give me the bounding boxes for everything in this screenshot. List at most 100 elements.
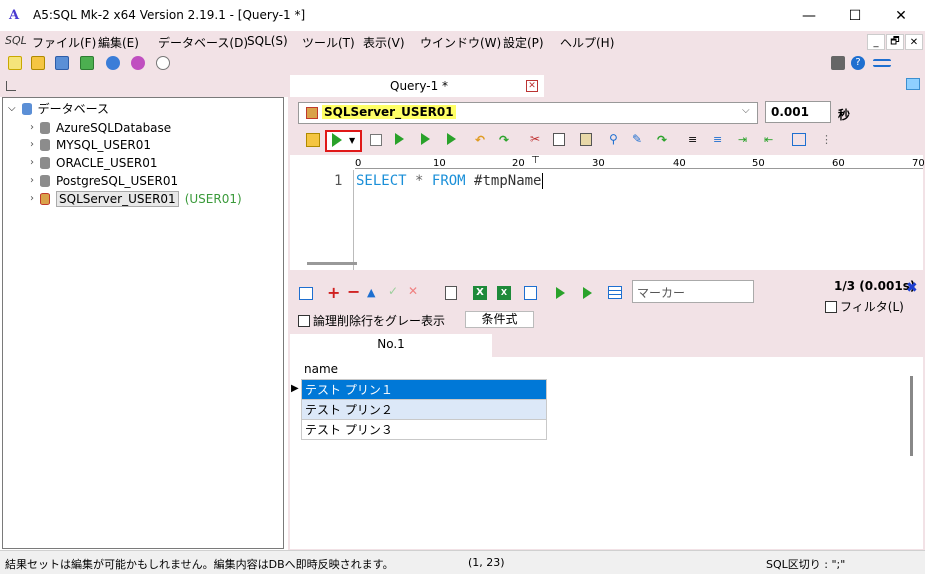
stop-query-icon[interactable] (370, 134, 382, 146)
run-result-icon[interactable] (556, 287, 565, 299)
gray-deleted-checkbox[interactable]: 論理削除行をグレー表示 (298, 312, 445, 329)
checkbox-icon[interactable] (825, 300, 837, 313)
close-button[interactable]: ✕ (878, 0, 924, 31)
menu-settings[interactable]: 設定(P) (503, 34, 544, 51)
tree-item-sqlserver[interactable]: › SQLServer_USER01 (USER01) (30, 190, 242, 207)
checkbox-icon[interactable] (298, 314, 310, 327)
menu-help[interactable]: ヘルプ(H) (560, 34, 614, 51)
chevron-down-icon[interactable]: ⌵ (742, 105, 750, 116)
table-cell[interactable]: テスト プリン２ (301, 399, 547, 420)
align-icon[interactable]: ≡ (688, 133, 697, 146)
tree-root[interactable]: ⌵ データベース (8, 100, 109, 117)
table-row[interactable]: テスト プリン３ (301, 419, 547, 440)
move-up-icon[interactable]: ▲ (367, 286, 375, 299)
menu-edit[interactable]: 編集(E) (98, 34, 139, 51)
marker-input[interactable]: マーカー (632, 280, 754, 303)
open-folder-icon[interactable] (31, 56, 45, 70)
tree-item-azure[interactable]: › AzureSQLDatabase (30, 119, 171, 136)
elapsed-time: 0.001 (765, 101, 831, 123)
grid-view-icon[interactable] (608, 286, 622, 299)
table-row[interactable]: テスト プリン２ (301, 399, 547, 420)
tree-item-oracle[interactable]: › ORACLE_USER01 (30, 154, 158, 171)
paste-icon[interactable] (580, 133, 592, 146)
sql-logo: SQL (5, 34, 27, 47)
export-icon[interactable] (445, 286, 457, 300)
vertical-scrollbar[interactable] (910, 376, 913, 456)
replace-icon[interactable]: ✎ (632, 132, 642, 146)
chevron-right-icon[interactable]: › (30, 193, 34, 204)
help-icon[interactable]: ? (851, 56, 865, 70)
table-cell[interactable]: テスト プリン１ (301, 379, 547, 400)
chevron-right-icon[interactable]: › (30, 175, 34, 186)
tree-layout-icon[interactable]: ⋮ (821, 133, 832, 146)
panel-icon[interactable] (906, 78, 920, 90)
cancel-icon[interactable]: ✕ (408, 284, 418, 298)
indent-icon[interactable]: ⇥ (738, 133, 747, 146)
chevron-right-icon[interactable]: › (30, 157, 34, 168)
new-file-icon[interactable] (8, 56, 22, 70)
find-icon[interactable]: ⚲ (609, 132, 618, 146)
minimize-button[interactable]: — (786, 0, 832, 31)
mdi-restore-button[interactable]: 🗗 (886, 34, 904, 50)
chevron-right-icon[interactable]: › (30, 139, 34, 150)
add-row-icon[interactable]: + (327, 283, 340, 302)
ruler-tick: 70 (912, 158, 925, 169)
table-icon[interactable] (80, 56, 94, 70)
copy-icon[interactable] (553, 133, 565, 146)
clock-icon[interactable] (156, 56, 170, 70)
sql-text[interactable]: SELECT * FROM #tmpName (356, 173, 544, 189)
jump-icon[interactable]: ↷ (657, 133, 667, 147)
table-cell[interactable]: テスト プリン３ (301, 419, 547, 440)
chevron-right-icon[interactable]: › (30, 122, 34, 133)
maximize-button[interactable]: ☐ (832, 0, 878, 31)
settings-icon[interactable] (106, 56, 120, 70)
redo-icon[interactable]: ↷ (499, 133, 509, 147)
result-tab-1[interactable]: No.1 (290, 334, 492, 357)
calendar-icon[interactable] (299, 287, 313, 300)
commit-icon[interactable]: ✓ (388, 284, 398, 298)
menu-sql[interactable]: SQL(S) (247, 34, 288, 48)
tree-item-postgresql[interactable]: › PostgreSQL_USER01 (30, 172, 178, 189)
excel-alt-icon[interactable]: X (497, 286, 511, 300)
menu-window[interactable]: ウインドウ(W) (420, 34, 501, 51)
mdi-close-button[interactable]: ✕ (905, 34, 923, 50)
outdent-icon[interactable]: ⇤ (764, 133, 773, 146)
layout-icon[interactable] (792, 133, 806, 146)
horizontal-scrollbar[interactable] (307, 262, 357, 265)
mdi-minimize-button[interactable]: _ (867, 34, 885, 50)
delete-row-icon[interactable]: − (347, 282, 360, 301)
sql-keyword: SELECT (356, 173, 407, 189)
run-csv-icon[interactable] (421, 133, 430, 145)
close-result-icon[interactable]: ✖ (906, 280, 918, 296)
menu-tools[interactable]: ツール(T) (302, 34, 355, 51)
stop-icon[interactable] (831, 56, 845, 70)
run-button[interactable] (325, 130, 362, 152)
tree-item-mysql[interactable]: › MYSQL_USER01 (30, 136, 151, 153)
tree-options-icon[interactable] (6, 81, 16, 91)
close-tab-icon[interactable]: ✕ (526, 80, 538, 92)
plugin-icon[interactable] (131, 56, 145, 70)
table-row[interactable]: テスト プリン１ (301, 379, 547, 400)
wrap-icon[interactable]: ≡ (713, 133, 722, 146)
condition-button[interactable]: 条件式 (465, 311, 534, 328)
dropdown-arrow-icon[interactable]: ▼ (349, 136, 355, 145)
title-bar-icon[interactable] (873, 59, 891, 67)
menu-file[interactable]: ファイル(F) (32, 34, 96, 51)
tree-item-label: AzureSQLDatabase (56, 120, 172, 135)
undo-icon[interactable]: ↶ (475, 133, 485, 147)
copy-result-icon[interactable] (524, 286, 537, 300)
chevron-down-icon[interactable]: ⌵ (8, 103, 16, 114)
run-explain-icon[interactable] (447, 133, 456, 145)
menu-database[interactable]: データベース(D) (158, 34, 248, 51)
sql-operator: * (415, 173, 424, 189)
database-icon[interactable] (55, 56, 69, 70)
run-explain-result-icon[interactable] (583, 287, 592, 299)
column-header-name[interactable]: name (304, 362, 338, 376)
tree-item-suffix: (USER01) (184, 191, 242, 206)
run-ab-icon[interactable] (395, 133, 404, 145)
filter-checkbox[interactable]: フィルタ(L) (825, 298, 904, 315)
menu-view[interactable]: 表示(V) (363, 34, 405, 51)
excel-icon[interactable]: X (473, 286, 487, 300)
clear-icon[interactable] (306, 133, 320, 147)
cut-icon[interactable]: ✂ (530, 132, 540, 146)
